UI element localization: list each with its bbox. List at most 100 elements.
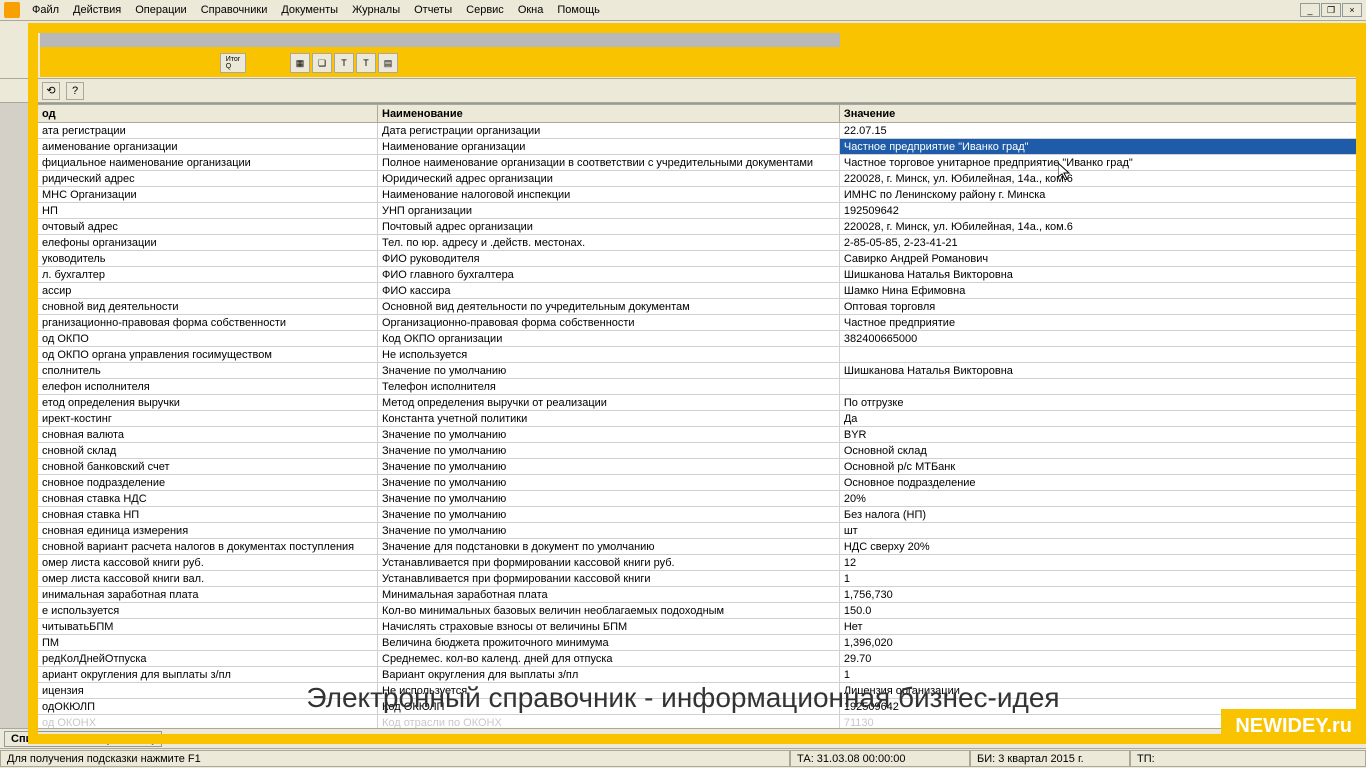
- cell-value[interactable]: 220028, г. Минск, ул. Юбилейная, 14а., к…: [839, 219, 1358, 235]
- cell-value[interactable]: [839, 347, 1358, 363]
- cell-value[interactable]: Основной склад: [839, 443, 1358, 459]
- summary-button[interactable]: ИтогQ: [220, 53, 246, 73]
- cell-name[interactable]: Дата регистрации организации: [378, 123, 840, 139]
- history-icon[interactable]: ⟲: [42, 82, 60, 100]
- cell-name[interactable]: Юридический адрес организации: [378, 171, 840, 187]
- table-row[interactable]: омер листа кассовой книги вал.Устанавлив…: [38, 571, 1359, 587]
- cell-code[interactable]: сновной склад: [38, 443, 378, 459]
- cell-value[interactable]: Оптовая торговля: [839, 299, 1358, 315]
- table-row[interactable]: елефоны организацииТел. по юр. адресу и …: [38, 235, 1359, 251]
- menu-сервис[interactable]: Сервис: [460, 2, 510, 18]
- cell-name[interactable]: Минимальная заработная плата: [378, 587, 840, 603]
- cell-name[interactable]: ФИО руководителя: [378, 251, 840, 267]
- cell-code[interactable]: ирект-костинг: [38, 411, 378, 427]
- table-row[interactable]: уководительФИО руководителяСавирко Андре…: [38, 251, 1359, 267]
- cell-name[interactable]: ФИО главного бухгалтера: [378, 267, 840, 283]
- cell-code[interactable]: сновной вид деятельности: [38, 299, 378, 315]
- cell-name[interactable]: Метод определения выручки от реализации: [378, 395, 840, 411]
- menu-помощь[interactable]: Помощь: [551, 2, 606, 18]
- cell-name[interactable]: Значение по умолчанию: [378, 427, 840, 443]
- table-row[interactable]: ата регистрацииДата регистрации организа…: [38, 123, 1359, 139]
- cell-name[interactable]: Почтовый адрес организации: [378, 219, 840, 235]
- cell-name[interactable]: Организационно-правовая форма собственно…: [378, 315, 840, 331]
- cell-code[interactable]: сновной банковский счет: [38, 459, 378, 475]
- cell-code[interactable]: сновная единица измерения: [38, 523, 378, 539]
- cell-value[interactable]: 382400665000: [839, 331, 1358, 347]
- cell-code[interactable]: од ОКПО органа управления госимуществом: [38, 347, 378, 363]
- cell-value[interactable]: 2-85-05-85, 2-23-41-21: [839, 235, 1358, 251]
- cell-value[interactable]: 1: [839, 571, 1358, 587]
- cell-code[interactable]: е используется: [38, 603, 378, 619]
- menu-документы[interactable]: Документы: [275, 2, 344, 18]
- table-row[interactable]: сновной банковский счетЗначение по умолч…: [38, 459, 1359, 475]
- table-row[interactable]: ридический адресЮридический адрес органи…: [38, 171, 1359, 187]
- table-row[interactable]: рганизационно-правовая форма собственнос…: [38, 315, 1359, 331]
- cell-name[interactable]: Тел. по юр. адресу и .действ. местонах.: [378, 235, 840, 251]
- cell-value[interactable]: Основное подразделение: [839, 475, 1358, 491]
- table-row[interactable]: МНС ОрганизацииНаименование налоговой ин…: [38, 187, 1359, 203]
- cell-code[interactable]: ПМ: [38, 635, 378, 651]
- cell-value[interactable]: По отгрузке: [839, 395, 1358, 411]
- cell-value[interactable]: BYR: [839, 427, 1358, 443]
- table-row[interactable]: читыватьБПМНачислять страховые взносы от…: [38, 619, 1359, 635]
- cell-name[interactable]: Наименование организации: [378, 139, 840, 155]
- cell-code[interactable]: уководитель: [38, 251, 378, 267]
- cell-code[interactable]: НП: [38, 203, 378, 219]
- cell-name[interactable]: Телефон исполнителя: [378, 379, 840, 395]
- cell-code[interactable]: сновное подразделение: [38, 475, 378, 491]
- table-row[interactable]: л. бухгалтерФИО главного бухгалтераШишка…: [38, 267, 1359, 283]
- menu-отчеты[interactable]: Отчеты: [408, 2, 458, 18]
- table-row[interactable]: ПМВеличина бюджета прожиточного минимума…: [38, 635, 1359, 651]
- table-row[interactable]: сполнительЗначение по умолчаниюШишканова…: [38, 363, 1359, 379]
- cell-value[interactable]: Шишканова Наталья Викторовна: [839, 363, 1358, 379]
- cell-code[interactable]: редКолДнейОтпуска: [38, 651, 378, 667]
- text2-icon[interactable]: T: [356, 53, 376, 73]
- cell-name[interactable]: Не используется: [378, 347, 840, 363]
- cell-value[interactable]: 192509642: [839, 203, 1358, 219]
- cell-code[interactable]: сновная ставка НП: [38, 507, 378, 523]
- table-row[interactable]: од ОКПО органа управления госимуществомН…: [38, 347, 1359, 363]
- cell-value[interactable]: 29.70: [839, 651, 1358, 667]
- cell-value[interactable]: 12: [839, 555, 1358, 571]
- cell-name[interactable]: ФИО кассира: [378, 283, 840, 299]
- cell-code[interactable]: л. бухгалтер: [38, 267, 378, 283]
- cell-code[interactable]: омер листа кассовой книги вал.: [38, 571, 378, 587]
- cell-name[interactable]: УНП организации: [378, 203, 840, 219]
- help-icon[interactable]: ?: [66, 82, 84, 100]
- cell-value[interactable]: Нет: [839, 619, 1358, 635]
- cell-name[interactable]: Начислять страховые взносы от величины Б…: [378, 619, 840, 635]
- table-row[interactable]: сновная ставка НПЗначение по умолчаниюБе…: [38, 507, 1359, 523]
- table-row[interactable]: сновное подразделениеЗначение по умолчан…: [38, 475, 1359, 491]
- menu-операции[interactable]: Операции: [129, 2, 192, 18]
- table-row[interactable]: ирект-костингКонстанта учетной политикиД…: [38, 411, 1359, 427]
- menu-окна[interactable]: Окна: [512, 2, 550, 18]
- cell-value[interactable]: Да: [839, 411, 1358, 427]
- cell-name[interactable]: Полное наименование организации в соотве…: [378, 155, 840, 171]
- cell-value[interactable]: Шишканова Наталья Викторовна: [839, 267, 1358, 283]
- table-row[interactable]: сновная валютаЗначение по умолчаниюBYR: [38, 427, 1359, 443]
- cell-code[interactable]: ридический адрес: [38, 171, 378, 187]
- cell-code[interactable]: рганизационно-правовая форма собственнос…: [38, 315, 378, 331]
- doc-icon[interactable]: ▤: [378, 53, 398, 73]
- cell-value[interactable]: 22.07.15: [839, 123, 1358, 139]
- cell-value[interactable]: 1,396,020: [839, 635, 1358, 651]
- table-row[interactable]: редКолДнейОтпускаСреднемес. кол-во кален…: [38, 651, 1359, 667]
- table-row[interactable]: омер листа кассовой книги руб.Устанавлив…: [38, 555, 1359, 571]
- cell-code[interactable]: од ОКПО: [38, 331, 378, 347]
- cell-name[interactable]: Значение по умолчанию: [378, 523, 840, 539]
- constants-table[interactable]: од Наименование Значение ата регистрации…: [37, 104, 1359, 743]
- minimize-button[interactable]: _: [1300, 3, 1320, 17]
- table-row[interactable]: аименование организацииНаименование орга…: [38, 139, 1359, 155]
- cell-name[interactable]: Основной вид деятельности по учредительн…: [378, 299, 840, 315]
- table-row[interactable]: од ОКПОКод ОКПО организации382400665000: [38, 331, 1359, 347]
- cell-name[interactable]: Значение по умолчанию: [378, 363, 840, 379]
- cell-name[interactable]: Код ОКПО организации: [378, 331, 840, 347]
- table-row[interactable]: етод определения выручкиМетод определени…: [38, 395, 1359, 411]
- cell-name[interactable]: Величина бюджета прожиточного минимума: [378, 635, 840, 651]
- table-row[interactable]: сновной вид деятельностиОсновной вид дея…: [38, 299, 1359, 315]
- copy-icon[interactable]: ❏: [312, 53, 332, 73]
- menu-действия[interactable]: Действия: [67, 2, 127, 18]
- cell-code[interactable]: сновная валюта: [38, 427, 378, 443]
- cell-code[interactable]: инимальная заработная плата: [38, 587, 378, 603]
- cell-value[interactable]: НДС сверху 20%: [839, 539, 1358, 555]
